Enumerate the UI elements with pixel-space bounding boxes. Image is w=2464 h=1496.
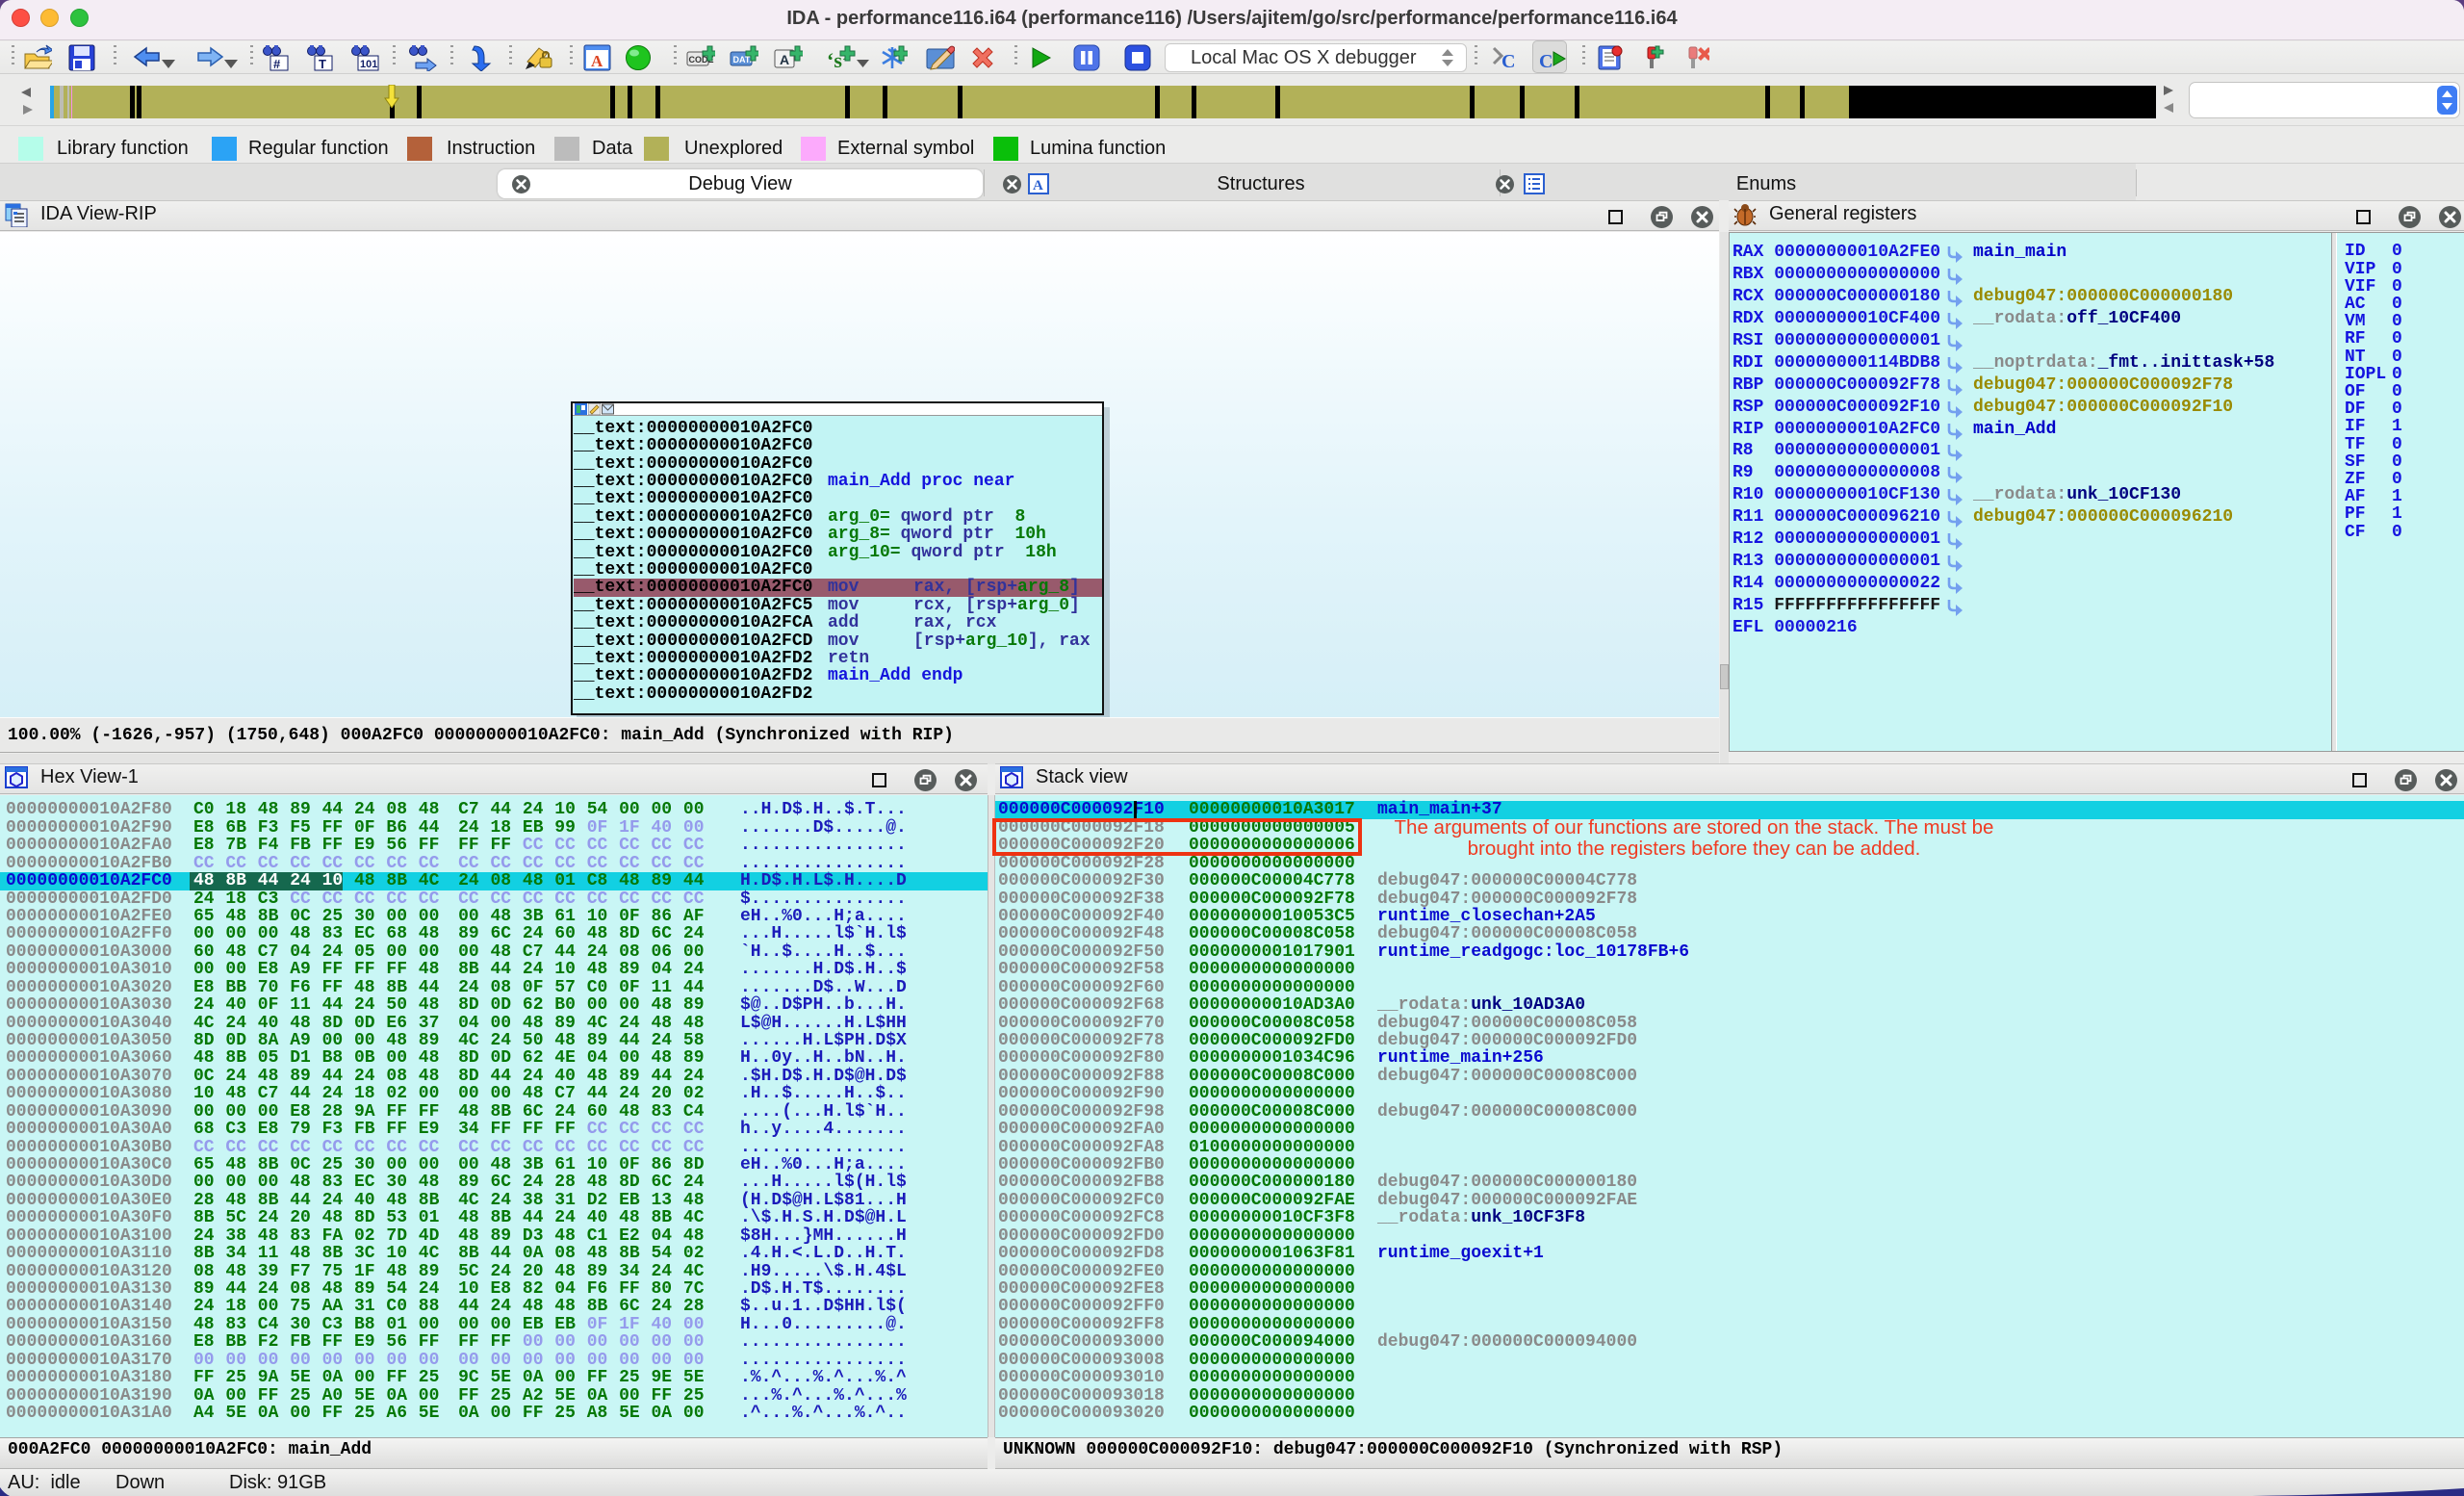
svg-text:#: #	[273, 57, 281, 71]
svg-text:C: C	[1502, 51, 1515, 71]
svg-text:C: C	[1539, 51, 1553, 71]
svg-text:A: A	[1033, 178, 1043, 193]
svg-text:101: 101	[360, 59, 377, 70]
svg-text:A: A	[780, 52, 789, 67]
svg-text:A: A	[591, 52, 603, 70]
svg-text:T: T	[319, 57, 326, 71]
